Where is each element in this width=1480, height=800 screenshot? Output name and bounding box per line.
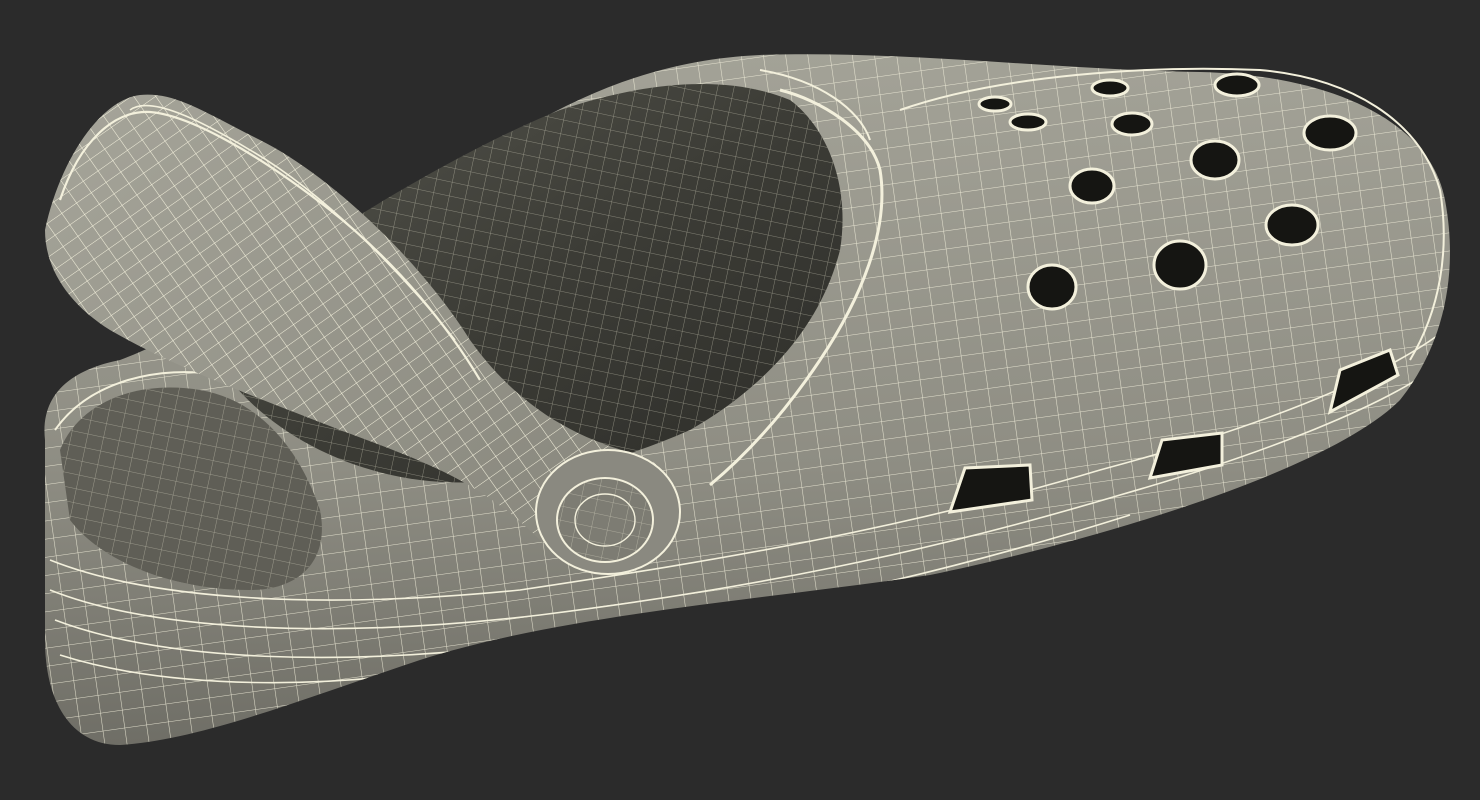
vent-hole [1264,203,1320,247]
vent-hole [977,95,1013,113]
vent-hole [1189,139,1241,181]
vent-hole [1110,111,1154,137]
vent-hole [1026,263,1078,311]
vent-hole [1213,72,1261,98]
vent-hole [1152,239,1208,291]
vent-hole [1302,114,1358,152]
vent-hole [1068,167,1116,205]
clog-render [44,54,1450,745]
render-viewport [0,0,1480,800]
strap-rivet [535,449,681,575]
vent-hole [1008,112,1048,132]
vent-hole [1090,78,1130,98]
